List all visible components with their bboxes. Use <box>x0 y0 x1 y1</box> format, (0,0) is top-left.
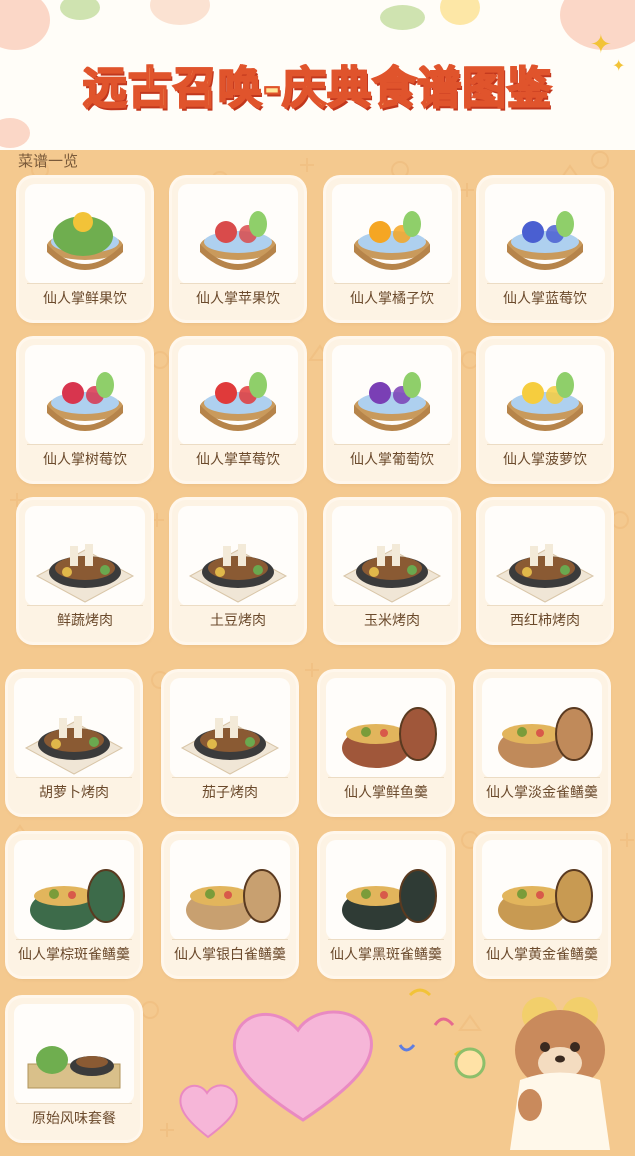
leaf-decoration <box>60 0 100 20</box>
recipe-name: 胡萝卜烤肉 <box>39 785 109 801</box>
card-divider <box>172 939 288 940</box>
flower-decoration <box>440 0 480 25</box>
recipe-card[interactable]: 仙人掌黑斑雀鳝羹 <box>320 834 452 976</box>
card-divider <box>484 939 600 940</box>
cactus-brown-spot-eel-stew-icon <box>14 840 134 940</box>
cactus-apple-drink-icon <box>178 184 298 284</box>
cactus-blueberry-drink-icon <box>485 184 605 284</box>
recipe-name: 原始风味套餐 <box>32 1111 116 1127</box>
recipe-card[interactable]: 仙人掌蓝莓饮 <box>479 178 611 320</box>
card-divider <box>180 283 296 284</box>
corn-roast-meat-icon <box>332 506 452 606</box>
cactus-orange-drink-icon <box>332 184 452 284</box>
leaf-decoration <box>380 5 425 30</box>
primitive-flavor-set-meal-icon <box>14 1004 134 1104</box>
card-divider <box>328 939 444 940</box>
cactus-grape-drink-icon <box>332 345 452 445</box>
cactus-strawberry-drink-icon <box>178 345 298 445</box>
card-divider <box>487 283 603 284</box>
recipe-name: 茄子烤肉 <box>202 785 258 801</box>
section-label: 菜谱一览 <box>18 152 79 170</box>
recipe-card[interactable]: 仙人掌橘子饮 <box>326 178 458 320</box>
recipe-name: 仙人掌树莓饮 <box>43 452 127 468</box>
recipe-card[interactable]: 仙人掌鲜果饮 <box>19 178 151 320</box>
card-divider <box>27 444 143 445</box>
cactus-pale-gold-eel-stew-icon <box>482 678 602 778</box>
recipe-card[interactable]: 仙人掌棕斑雀鳝羹 <box>8 834 140 976</box>
recipe-name: 鲜蔬烤肉 <box>57 613 113 629</box>
recipe-card[interactable]: 西红柿烤肉 <box>479 500 611 642</box>
flower-decoration <box>150 0 210 25</box>
recipe-name: 仙人掌淡金雀鳝羹 <box>486 785 598 801</box>
card-divider <box>180 444 296 445</box>
recipe-card[interactable]: 仙人掌淡金雀鳝羹 <box>476 672 608 814</box>
recipe-card[interactable]: 茄子烤肉 <box>164 672 296 814</box>
flower-decoration <box>0 118 30 148</box>
cactus-raspberry-drink-icon <box>25 345 145 445</box>
heart-decoration <box>179 1084 238 1139</box>
recipe-name: 土豆烤肉 <box>210 613 266 629</box>
recipe-name: 仙人掌蓝莓饮 <box>503 291 587 307</box>
cactus-pineapple-drink-icon <box>485 345 605 445</box>
recipe-card[interactable]: 仙人掌苹果饮 <box>172 178 304 320</box>
bear-mascot-icon <box>398 988 610 1150</box>
recipe-name: 仙人掌橘子饮 <box>350 291 434 307</box>
eggplant-roast-meat-icon <box>170 678 290 778</box>
card-divider <box>487 605 603 606</box>
cactus-fish-stew-icon <box>326 678 446 778</box>
flower-decoration <box>0 0 50 50</box>
card-divider <box>16 939 132 940</box>
recipe-name: 仙人掌苹果饮 <box>196 291 280 307</box>
vegetable-roast-meat-icon <box>25 506 145 606</box>
card-divider <box>487 444 603 445</box>
recipe-card[interactable]: 仙人掌银白雀鳝羹 <box>164 834 296 976</box>
cactus-fruit-drink-icon <box>25 184 145 284</box>
recipe-name: 仙人掌鲜果饮 <box>43 291 127 307</box>
cactus-golden-eel-stew-icon <box>482 840 602 940</box>
recipe-card[interactable]: 原始风味套餐 <box>8 998 140 1140</box>
recipe-name: 仙人掌黄金雀鳝羹 <box>486 947 598 963</box>
card-divider <box>484 777 600 778</box>
recipe-name: 仙人掌草莓饮 <box>196 452 280 468</box>
recipe-name: 玉米烤肉 <box>364 613 420 629</box>
recipe-card[interactable]: 土豆烤肉 <box>172 500 304 642</box>
recipe-card[interactable]: 仙人掌葡萄饮 <box>326 339 458 481</box>
card-divider <box>16 1103 132 1104</box>
card-divider <box>16 777 132 778</box>
recipe-name: 仙人掌银白雀鳝羹 <box>174 947 286 963</box>
potato-roast-meat-icon <box>178 506 298 606</box>
recipe-name: 仙人掌棕斑雀鳝羹 <box>18 947 130 963</box>
recipe-name: 仙人掌鲜鱼羹 <box>344 785 428 801</box>
recipe-card[interactable]: 玉米烤肉 <box>326 500 458 642</box>
card-divider <box>27 283 143 284</box>
recipe-card[interactable]: 胡萝卜烤肉 <box>8 672 140 814</box>
card-divider <box>328 777 444 778</box>
card-divider <box>334 444 450 445</box>
card-divider <box>334 605 450 606</box>
recipe-name: 仙人掌黑斑雀鳝羹 <box>330 947 442 963</box>
tomato-roast-meat-icon <box>485 506 605 606</box>
page-title: 远古召唤-庆典食谱图鉴 <box>82 62 553 115</box>
card-divider <box>172 777 288 778</box>
recipe-card[interactable]: 仙人掌鲜鱼羹 <box>320 672 452 814</box>
recipe-name: 西红柿烤肉 <box>510 613 580 629</box>
heart-decoration <box>232 1010 374 1122</box>
recipe-card[interactable]: 鲜蔬烤肉 <box>19 500 151 642</box>
recipe-card[interactable]: 仙人掌树莓饮 <box>19 339 151 481</box>
card-divider <box>334 283 450 284</box>
card-divider <box>180 605 296 606</box>
cactus-black-spot-eel-stew-icon <box>326 840 446 940</box>
recipe-card[interactable]: 仙人掌菠萝饮 <box>479 339 611 481</box>
cactus-silver-eel-stew-icon <box>170 840 290 940</box>
recipe-card[interactable]: 仙人掌黄金雀鳝羹 <box>476 834 608 976</box>
recipe-name: 仙人掌菠萝饮 <box>503 452 587 468</box>
card-divider <box>27 605 143 606</box>
carrot-roast-meat-icon <box>14 678 134 778</box>
recipe-card[interactable]: 仙人掌草莓饮 <box>172 339 304 481</box>
recipe-name: 仙人掌葡萄饮 <box>350 452 434 468</box>
header-banner: ✦ ✦ 远古召唤-庆典食谱图鉴 <box>0 0 635 150</box>
